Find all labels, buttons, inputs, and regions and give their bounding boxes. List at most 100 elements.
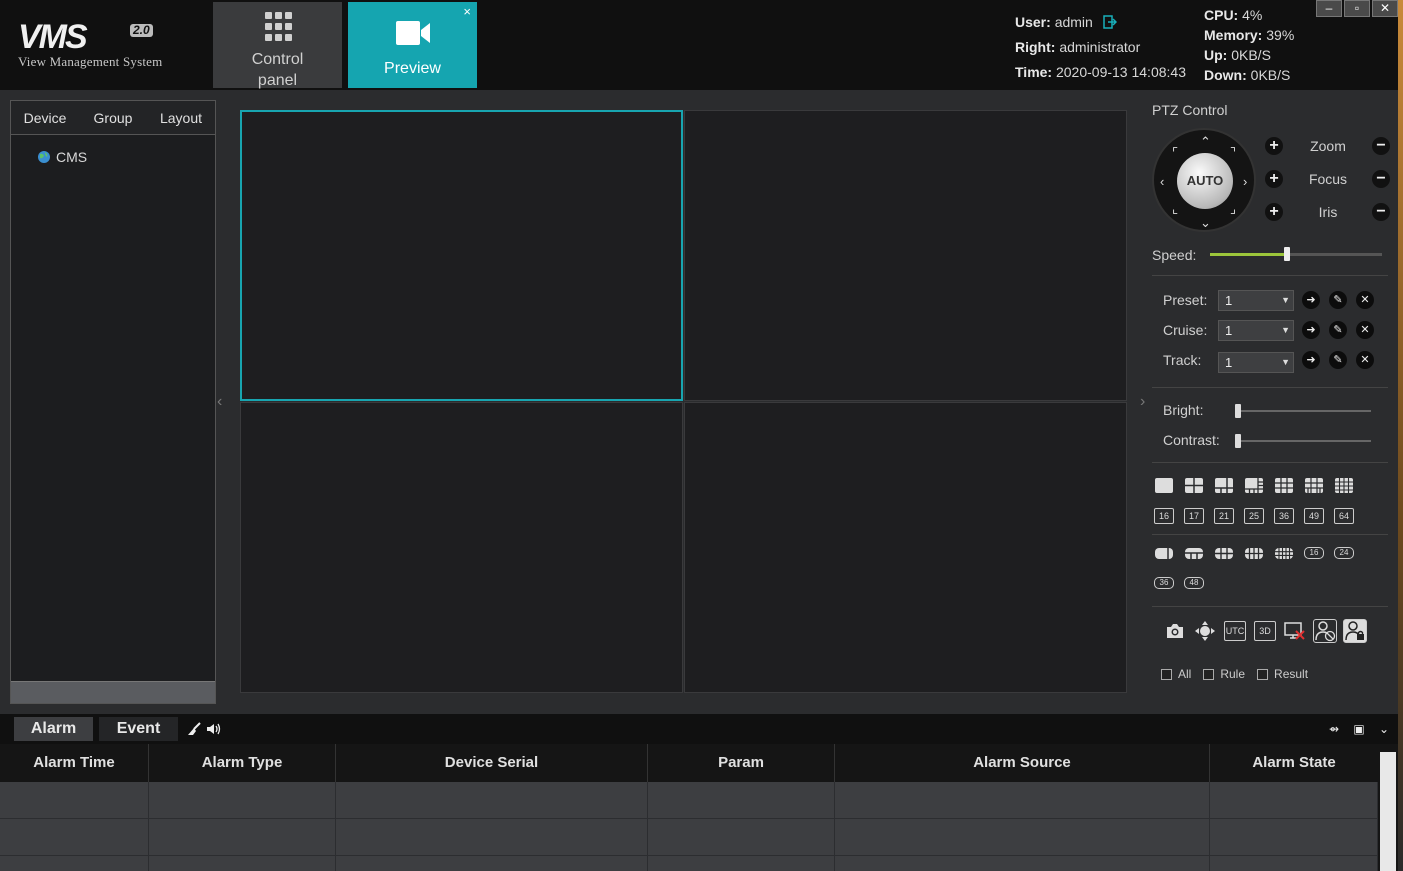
contrast-slider[interactable]	[1235, 434, 1371, 448]
collapse-panel-icon[interactable]: ⌄	[1376, 721, 1392, 737]
cruise-edit-button[interactable]: ✎	[1329, 321, 1347, 339]
speed-slider[interactable]	[1210, 247, 1382, 261]
focus-minus-button[interactable]: −	[1372, 170, 1390, 188]
layout-9-icon[interactable]	[1274, 477, 1294, 494]
speaker-icon[interactable]	[206, 722, 222, 736]
rule-enable-button[interactable]	[1343, 619, 1367, 643]
layout-10-icon[interactable]	[1304, 477, 1324, 494]
tab-control-panel[interactable]: Control panel	[213, 2, 342, 89]
tab-device[interactable]: Device	[11, 101, 79, 134]
wide-layout-2-icon[interactable]	[1184, 547, 1204, 560]
ptz-joystick[interactable]: ⌃ ⌄ ‹ › ⌜ ⌝ ⌞ ⌟ AUTO	[1152, 128, 1256, 232]
wide-layout-48-button[interactable]: 48	[1184, 577, 1204, 589]
column-alarm-state[interactable]: Alarm State	[1210, 744, 1378, 782]
speed-slider-handle[interactable]	[1284, 247, 1291, 261]
checkbox-all[interactable]	[1161, 668, 1172, 680]
preset-delete-button[interactable]: ✕	[1356, 291, 1374, 309]
column-alarm-source[interactable]: Alarm Source	[835, 744, 1210, 782]
horizontal-scrollbar[interactable]	[11, 681, 215, 703]
clear-broom-icon[interactable]	[186, 722, 202, 736]
focus-plus-button[interactable]: +	[1265, 170, 1283, 188]
scrollbar-thumb[interactable]	[1380, 752, 1396, 871]
zoom-out-button[interactable]: −	[1372, 137, 1390, 155]
layout-1-icon[interactable]	[1154, 477, 1174, 494]
wide-layout-16-button[interactable]: 16	[1304, 547, 1324, 559]
wide-layout-1-icon[interactable]	[1154, 547, 1174, 560]
track-edit-button[interactable]: ✎	[1329, 351, 1347, 369]
layout-21-button[interactable]: 21	[1214, 508, 1234, 524]
column-param[interactable]: Param	[648, 744, 835, 782]
layout-64-button[interactable]: 64	[1334, 508, 1354, 524]
vertical-scrollbar[interactable]	[1378, 744, 1398, 871]
preset-go-button[interactable]: ➜	[1302, 291, 1320, 309]
arrow-down-right-icon[interactable]: ⌟	[1230, 202, 1236, 215]
column-alarm-time[interactable]: Alarm Time	[0, 744, 149, 782]
preset-edit-button[interactable]: ✎	[1329, 291, 1347, 309]
cruise-delete-button[interactable]: ✕	[1356, 321, 1374, 339]
utc-button[interactable]: UTC	[1223, 619, 1247, 643]
layout-6-icon[interactable]	[1214, 477, 1234, 494]
video-cell[interactable]	[240, 402, 683, 693]
column-device-serial[interactable]: Device Serial	[336, 744, 648, 782]
wide-layout-3-icon[interactable]	[1214, 547, 1234, 560]
rule-disable-button[interactable]	[1313, 619, 1337, 643]
close-tab-icon[interactable]: ×	[463, 5, 471, 18]
cruise-select[interactable]: 1 ▼	[1218, 320, 1294, 341]
chevron-left-icon[interactable]: ‹	[217, 393, 222, 411]
table-row[interactable]	[0, 782, 1378, 819]
wide-layout-24-button[interactable]: 24	[1334, 547, 1354, 559]
track-select[interactable]: 1 ▼	[1218, 352, 1294, 373]
layout-4-icon[interactable]	[1184, 477, 1204, 494]
arrow-left-icon[interactable]: ‹	[1160, 175, 1164, 188]
table-row[interactable]	[0, 856, 1378, 871]
track-go-button[interactable]: ➜	[1302, 351, 1320, 369]
arrow-up-right-icon[interactable]: ⌝	[1230, 146, 1236, 159]
maximize-button[interactable]: ▫	[1344, 0, 1370, 17]
iris-minus-button[interactable]: −	[1372, 203, 1390, 221]
wide-layout-5-icon[interactable]	[1274, 547, 1294, 560]
close-window-button[interactable]: ✕	[1372, 0, 1398, 17]
bright-slider[interactable]	[1235, 404, 1371, 418]
arrow-up-icon[interactable]: ⌃	[1200, 135, 1211, 148]
video-cell-selected[interactable]	[240, 110, 683, 401]
tab-layout[interactable]: Layout	[147, 101, 215, 134]
minimize-button[interactable]: –	[1316, 0, 1342, 17]
checkbox-rule[interactable]	[1203, 668, 1215, 680]
pin-icon[interactable]: ⇴	[1326, 721, 1342, 737]
layout-36-button[interactable]: 36	[1274, 508, 1294, 524]
layout-8-icon[interactable]	[1244, 477, 1264, 494]
snapshot-button[interactable]	[1163, 619, 1187, 643]
layout-49-button[interactable]: 49	[1304, 508, 1324, 524]
logout-icon[interactable]	[1102, 15, 1117, 29]
3d-position-button[interactable]: 3D	[1253, 619, 1277, 643]
layout-13-icon[interactable]	[1334, 477, 1354, 494]
chevron-right-icon[interactable]: ›	[1140, 393, 1145, 411]
auto-button[interactable]: AUTO	[1177, 153, 1233, 209]
iris-plus-button[interactable]: +	[1265, 203, 1283, 221]
wide-layout-4-icon[interactable]	[1244, 547, 1264, 560]
arrow-up-left-icon[interactable]: ⌜	[1172, 146, 1178, 159]
video-cell[interactable]	[684, 402, 1127, 693]
table-row[interactable]	[0, 819, 1378, 856]
arrow-down-icon[interactable]: ⌄	[1200, 216, 1211, 229]
layout-16-button[interactable]: 16	[1154, 508, 1174, 524]
zoom-in-button[interactable]: +	[1265, 137, 1283, 155]
tab-group[interactable]: Group	[79, 101, 147, 134]
video-cell[interactable]	[684, 110, 1127, 401]
maximize-panel-icon[interactable]: ▣	[1351, 721, 1367, 737]
cruise-go-button[interactable]: ➜	[1302, 321, 1320, 339]
wide-layout-36-button[interactable]: 36	[1154, 577, 1174, 589]
preset-select[interactable]: 1 ▼	[1218, 290, 1294, 311]
layout-17-button[interactable]: 17	[1184, 508, 1204, 524]
tab-event[interactable]: Event	[99, 717, 178, 741]
tree-node-cms[interactable]: CMS	[37, 149, 87, 165]
contrast-slider-handle[interactable]	[1235, 434, 1241, 448]
arrow-right-icon[interactable]: ›	[1243, 175, 1247, 188]
move-button[interactable]	[1193, 619, 1217, 643]
bright-slider-handle[interactable]	[1235, 404, 1241, 418]
tab-preview[interactable]: × Preview	[348, 2, 477, 88]
tab-alarm[interactable]: Alarm	[14, 717, 93, 741]
arrow-down-left-icon[interactable]: ⌞	[1172, 202, 1178, 215]
checkbox-result[interactable]	[1257, 668, 1269, 680]
layout-25-button[interactable]: 25	[1244, 508, 1264, 524]
